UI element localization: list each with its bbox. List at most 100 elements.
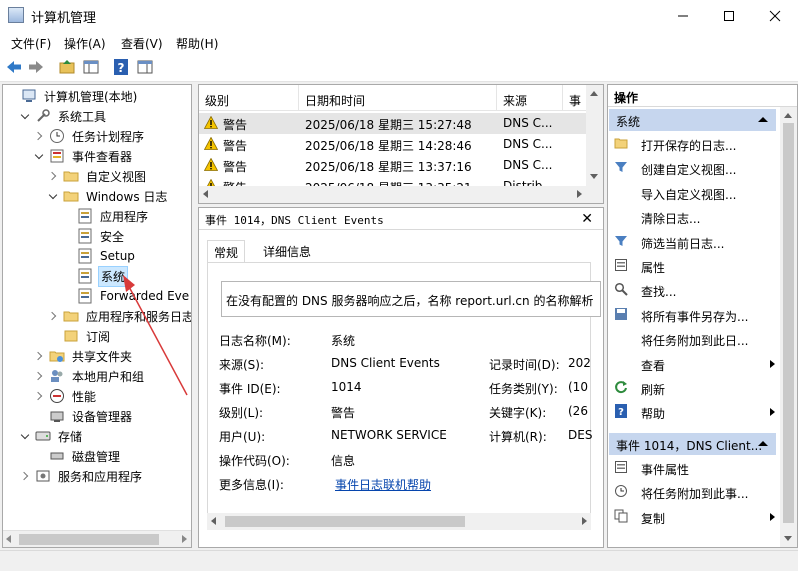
menu-view[interactable]: 查看(V) (121, 35, 163, 52)
actions-group-system[interactable]: 系统 (609, 109, 776, 131)
action-item[interactable]: 事件属性 (612, 457, 777, 479)
tree-item[interactable]: 性能 (35, 386, 98, 406)
action-item[interactable]: 查看 (612, 353, 777, 375)
tree-item[interactable]: 应用程序 (63, 206, 150, 226)
action-item[interactable]: 筛选当前日志... (612, 231, 777, 253)
collapse-chevron-icon[interactable] (49, 191, 59, 201)
tree-item-label: 订阅 (86, 329, 111, 344)
tree-item[interactable]: Setup (63, 246, 137, 266)
event-datetime: 2025/06/18 星期三 13:37:16 (305, 160, 472, 174)
list-horizontal-scrollbar[interactable] (199, 186, 586, 203)
action-item[interactable]: 创建自定义视图... (612, 157, 777, 179)
actions-group-event[interactable]: 事件 1014，DNS Client... (609, 433, 776, 455)
field-value: (10 (568, 380, 588, 394)
minimize-button[interactable] (660, 0, 706, 31)
action-item[interactable]: 清除日志... (612, 206, 777, 228)
action-item-label: 将所有事件另存为... (641, 309, 749, 324)
collapse-icon (758, 117, 768, 122)
field-label: 来源(S): (219, 358, 265, 372)
list-vertical-scrollbar[interactable] (586, 85, 603, 203)
tree-item[interactable]: 事件查看器 (35, 146, 134, 166)
tree-item[interactable]: 磁盘管理 (35, 446, 122, 466)
show-hide-tree-icon[interactable] (82, 58, 100, 76)
expand-chevron-icon[interactable] (35, 131, 45, 141)
field-label: 级别(L): (219, 406, 264, 420)
action-item[interactable]: 将任务附加到此事... (612, 481, 777, 503)
tree-item[interactable]: 存储 (21, 426, 84, 446)
tree-item[interactable]: 系统工具 (21, 106, 108, 126)
column-header-event[interactable]: 事 (563, 85, 586, 111)
detail-horizontal-scrollbar[interactable] (207, 513, 591, 530)
expand-chevron-icon[interactable] (49, 311, 59, 321)
tree-item-label: 设备管理器 (72, 409, 133, 424)
tree-item[interactable]: 安全 (63, 226, 126, 246)
up-folder-icon[interactable] (58, 58, 76, 76)
menu-file[interactable]: 文件(F) (11, 35, 51, 52)
event-source: DNS C... (503, 137, 553, 151)
detail-close-icon[interactable]: ✕ (581, 211, 593, 227)
action-item[interactable]: 属性 (612, 255, 777, 277)
column-header-level[interactable]: 级别 (199, 85, 299, 111)
action-item[interactable]: 复制 (612, 506, 777, 528)
expand-chevron-icon[interactable] (35, 351, 45, 361)
collapse-chevron-icon[interactable] (21, 431, 31, 441)
forward-arrow-icon[interactable] (27, 58, 45, 76)
event-row[interactable]: 警告 2025/06/18 星期三 14:28:46 DNS C... (199, 134, 586, 155)
field-label: 用户(U): (219, 430, 266, 444)
tree-item-label: 磁盘管理 (72, 449, 121, 464)
action-item[interactable]: 将所有事件另存为... (612, 304, 777, 326)
expand-chevron-icon[interactable] (35, 371, 45, 381)
tree-item[interactable]: 设备管理器 (35, 406, 134, 426)
tree-item[interactable]: 任务计划程序 (35, 126, 146, 146)
tab-general[interactable]: 常规 (207, 240, 246, 263)
action-item[interactable]: 导入自定义视图... (612, 182, 777, 204)
menu-help[interactable]: 帮助(H) (176, 35, 218, 52)
back-arrow-icon[interactable] (5, 58, 23, 76)
menu-action[interactable]: 操作(A) (64, 35, 106, 52)
maximize-icon (724, 10, 734, 21)
close-button[interactable] (752, 0, 798, 31)
action-item[interactable]: 查找... (612, 279, 777, 301)
services-icon (35, 468, 51, 484)
column-header-source[interactable]: 来源 (497, 85, 563, 111)
actions-vertical-scrollbar[interactable] (780, 107, 797, 547)
field-label: 计算机(R): (489, 430, 547, 444)
action-item-label: 帮助 (641, 407, 666, 422)
collapse-chevron-icon[interactable] (35, 151, 45, 161)
event-row[interactable]: 警告 2025/06/18 星期三 15:27:48 DNS C... (199, 113, 586, 134)
action-item[interactable]: 将任务附加到此日... (612, 328, 777, 350)
event-log-help-link[interactable]: 事件日志联机帮助 (335, 476, 431, 493)
expand-chevron-icon[interactable] (49, 171, 59, 181)
action-item[interactable]: 刷新 (612, 377, 777, 399)
warning-icon (204, 137, 218, 150)
detail-title-text: 事件 1014，DNS Client Events (205, 214, 384, 227)
tree-item[interactable]: 服务和应用程序 (21, 466, 144, 486)
action-item-label: 复制 (641, 511, 666, 526)
tree-item[interactable]: Windows 日志 (49, 186, 169, 206)
action-item[interactable]: ? 帮助 (612, 401, 777, 423)
tree-item[interactable]: 计算机管理(本地) (7, 86, 139, 106)
expand-chevron-icon[interactable] (35, 391, 45, 401)
collapse-chevron-icon[interactable] (21, 111, 31, 121)
action-item[interactable]: 打开保存的日志... (612, 133, 777, 155)
help-icon[interactable]: ? (112, 58, 130, 76)
event-description[interactable]: 在没有配置的 DNS 服务器响应之后，名称 report.url.cn 的名称解… (221, 281, 601, 317)
tree-horizontal-scrollbar[interactable] (3, 530, 191, 547)
event-viewer-icon (49, 148, 65, 164)
subscription-icon (63, 328, 79, 344)
help-icon: ? (615, 404, 627, 419)
maximize-button[interactable] (706, 0, 752, 31)
tree-item[interactable]: 订阅 (49, 326, 112, 346)
event-row[interactable]: 警告 2025/06/18 星期三 13:37:16 DNS C... (199, 155, 586, 176)
expand-chevron-icon[interactable] (21, 471, 31, 481)
tree-item-label: 服务和应用程序 (58, 469, 143, 484)
action-item-label: 导入自定义视图... (641, 187, 737, 202)
tab-details[interactable]: 详细信息 (257, 240, 317, 262)
svg-text:?: ? (618, 407, 624, 418)
show-hide-action-pane-icon[interactable] (136, 58, 154, 76)
tree-item[interactable]: 自定义视图 (49, 166, 148, 186)
column-header-datetime[interactable]: 日期和时间 (299, 85, 497, 111)
